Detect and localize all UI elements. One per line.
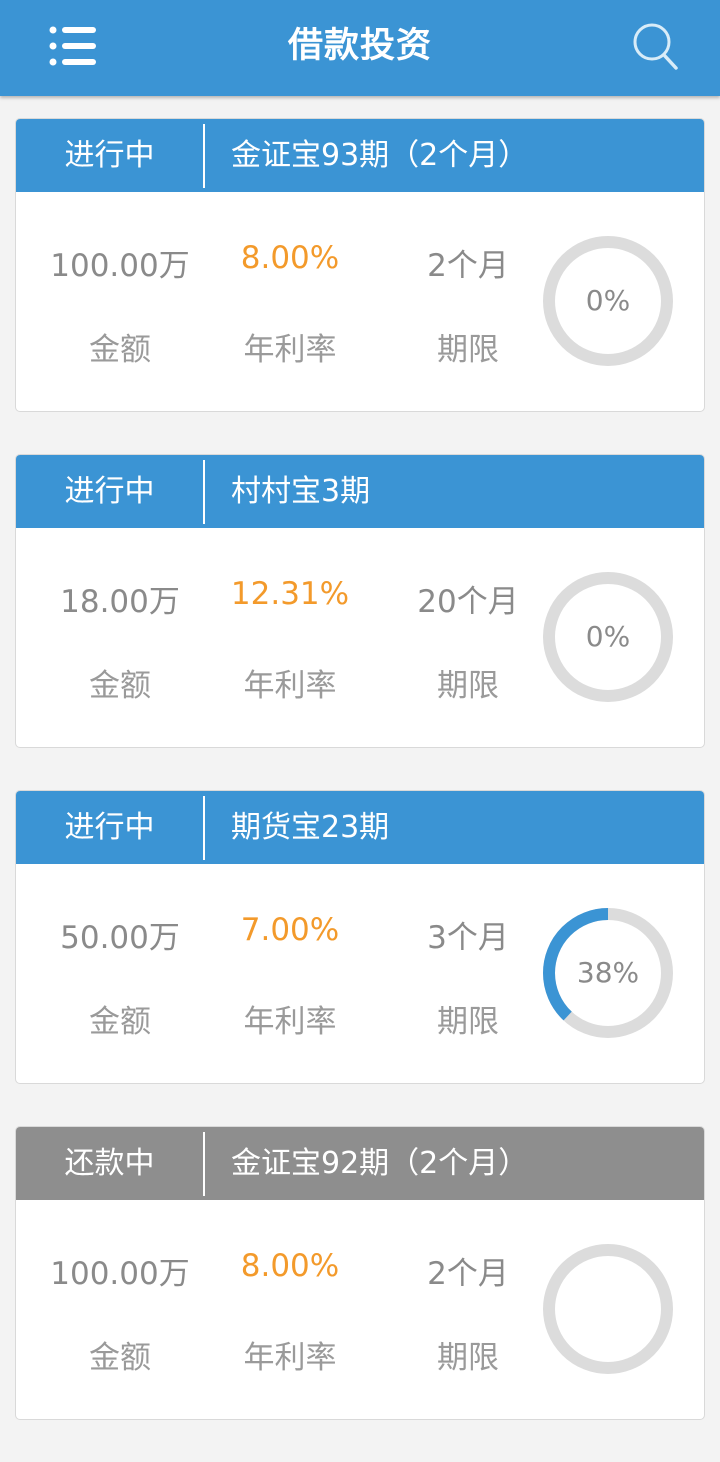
progress-ring [543, 1244, 673, 1374]
term-label: 期限 [437, 332, 499, 368]
loan-card-body: 18.00万 金额 12.31% 年利率 20个月 期限 0% [16, 528, 704, 747]
search-button[interactable] [628, 20, 684, 76]
term-value: 2个月 [427, 1256, 509, 1292]
term-label: 期限 [437, 1004, 499, 1040]
progress-ring: 0% [543, 572, 673, 702]
term-label: 期限 [437, 1340, 499, 1376]
amount-label: 金额 [89, 1340, 151, 1376]
loan-card-header: 进行中 村村宝3期 [16, 455, 704, 528]
loan-status: 进行中 [64, 810, 155, 845]
term-value: 3个月 [427, 920, 509, 956]
loan-card[interactable]: 进行中 金证宝93期（2个月） 100.00万 金额 8.00% 年利率 2个月… [15, 118, 705, 412]
list-menu-icon [49, 26, 96, 66]
loan-name: 村村宝3期 [231, 474, 371, 509]
progress-percent: 38% [576, 956, 640, 989]
progress-percent [543, 1244, 673, 1374]
rate-value: 8.00% [240, 1248, 340, 1284]
loan-card[interactable]: 进行中 期货宝23期 50.00万 金额 7.00% 年利率 3个月 期限 38… [15, 790, 705, 1084]
loan-name: 金证宝92期（2个月） [231, 1146, 529, 1181]
menu-button[interactable] [46, 22, 102, 70]
rate-label: 年利率 [243, 332, 337, 368]
loan-card-body: 50.00万 金额 7.00% 年利率 3个月 期限 38% [16, 864, 704, 1083]
search-icon [633, 23, 678, 70]
amount-value: 50.00万 [60, 920, 180, 956]
rate-label: 年利率 [243, 1340, 337, 1376]
rate-label: 年利率 [243, 1004, 337, 1040]
loan-card-header: 进行中 期货宝23期 [16, 791, 704, 864]
loan-name: 期货宝23期 [231, 810, 390, 845]
header-divider [203, 796, 205, 860]
progress-ring: 38% [543, 908, 673, 1038]
rate-label: 年利率 [243, 668, 337, 704]
amount-value: 100.00万 [50, 1256, 190, 1292]
loan-status: 进行中 [64, 474, 155, 509]
loan-card[interactable]: 进行中 村村宝3期 18.00万 金额 12.31% 年利率 20个月 期限 0… [15, 454, 705, 748]
app-bar: 借款投资 [0, 0, 720, 96]
term-value: 20个月 [417, 584, 519, 620]
amount-label: 金额 [89, 1004, 151, 1040]
loan-status: 进行中 [64, 138, 155, 173]
rate-value: 7.00% [240, 912, 340, 948]
term-label: 期限 [437, 668, 499, 704]
rate-value: 12.31% [230, 576, 350, 612]
amount-label: 金额 [89, 668, 151, 704]
progress-percent: 0% [585, 620, 631, 653]
amount-value: 18.00万 [60, 584, 180, 620]
header-divider [203, 124, 205, 188]
loan-card-header: 还款中 金证宝92期（2个月） [16, 1127, 704, 1200]
loan-card-body: 100.00万 金额 8.00% 年利率 2个月 期限 [16, 1200, 704, 1419]
progress-ring: 0% [543, 236, 673, 366]
header-divider [203, 1132, 205, 1196]
amount-value: 100.00万 [50, 248, 190, 284]
loan-status: 还款中 [64, 1146, 155, 1181]
header-divider [203, 460, 205, 524]
progress-percent: 0% [585, 284, 631, 317]
loan-card-header: 进行中 金证宝93期（2个月） [16, 119, 704, 192]
rate-value: 8.00% [240, 240, 340, 276]
amount-label: 金额 [89, 332, 151, 368]
loan-card-body: 100.00万 金额 8.00% 年利率 2个月 期限 0% [16, 192, 704, 411]
loan-card[interactable]: 还款中 金证宝92期（2个月） 100.00万 金额 8.00% 年利率 2个月… [15, 1126, 705, 1420]
loan-list: 进行中 金证宝93期（2个月） 100.00万 金额 8.00% 年利率 2个月… [15, 118, 705, 1462]
loan-name: 金证宝93期（2个月） [231, 138, 529, 173]
page-title: 借款投资 [287, 26, 432, 66]
term-value: 2个月 [427, 248, 509, 284]
